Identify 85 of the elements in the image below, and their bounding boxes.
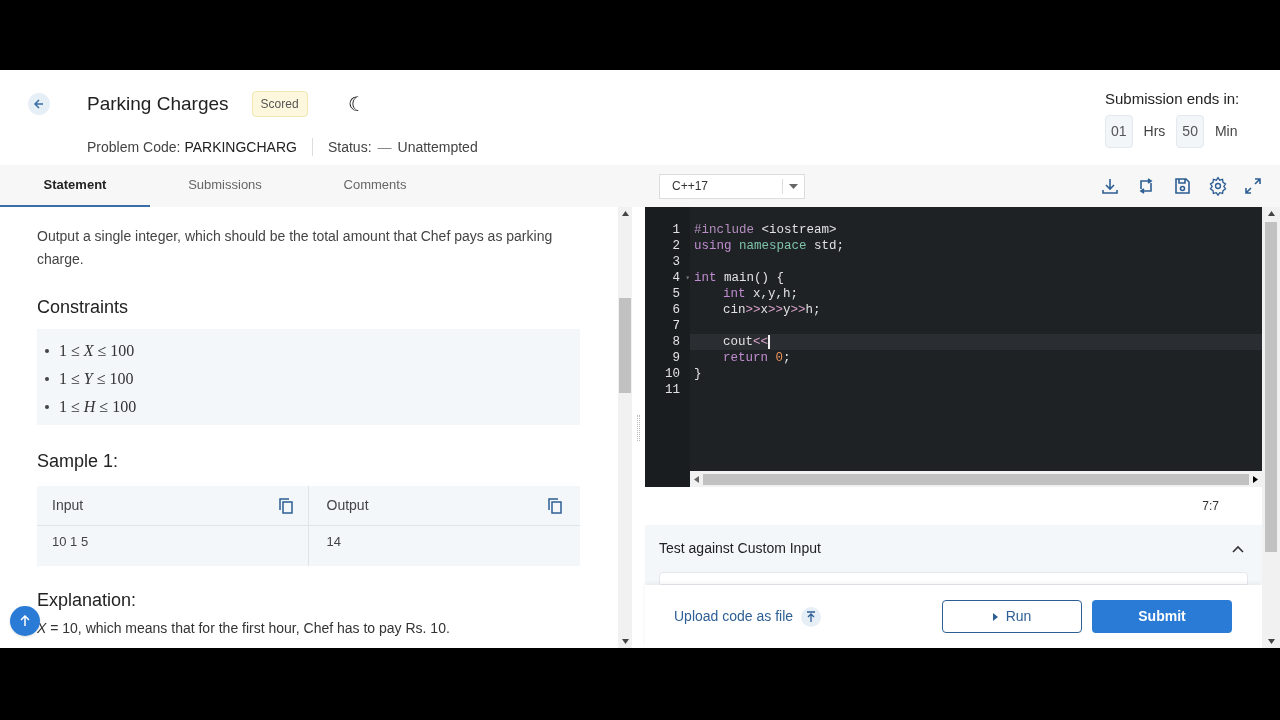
- scroll-right-arrow-icon[interactable]: [1253, 475, 1258, 483]
- line-number: 4: [672, 269, 680, 287]
- bullet: [45, 377, 49, 381]
- problem-code-label: Problem Code:: [87, 137, 181, 157]
- bullet: [45, 405, 49, 409]
- line-number: 10: [665, 365, 680, 383]
- tab[interactable]: Statement: [0, 165, 150, 207]
- scrollbar-thumb[interactable]: [703, 473, 1249, 485]
- upload-icon[interactable]: [806, 610, 817, 623]
- text-cursor: [768, 335, 770, 349]
- output-format-text: Output a single integer, which should be the total amount that Chef pays as parking charge.: [37, 227, 554, 269]
- tab[interactable]: Submissions: [150, 165, 300, 207]
- fold-toggle[interactable]: ▾: [685, 272, 690, 284]
- submit-button[interactable]: Submit: [1092, 600, 1232, 633]
- line-number: 9: [672, 349, 680, 367]
- problem-title: Parking Charges: [87, 92, 229, 116]
- tab[interactable]: Comments: [300, 165, 450, 207]
- custom-input-field[interactable]: [659, 572, 1248, 585]
- code-line: int x,y,h;: [723, 285, 799, 303]
- arrow-up-icon: [19, 615, 31, 627]
- play-icon: [992, 612, 998, 621]
- scrollbar-thumb[interactable]: [1265, 222, 1277, 552]
- status-dash: —: [377, 137, 392, 157]
- save-icon[interactable]: [1172, 176, 1192, 196]
- language-value: C++17: [671, 178, 710, 195]
- back-arrow-icon: [33, 98, 45, 111]
- line-number: 6: [672, 301, 680, 319]
- sample-input-value: 10 1 5: [51, 533, 90, 551]
- constraint-formula: 1 ≤ Y ≤ 100: [59, 369, 134, 389]
- line-number: 5: [672, 285, 680, 303]
- minutes-unit: Min: [1214, 121, 1238, 141]
- code-editor[interactable]: 1 2 3 4 ▾ 5 6 7 8 9 10 11 #include <iostream> using namespace std; int main() { int x,y,h; cin>>x>>y>>h; cout<< return 0; }: [645, 207, 1262, 487]
- copy-icon[interactable]: [548, 497, 562, 514]
- status-value: Unattempted: [397, 137, 478, 157]
- code-line: }: [694, 365, 702, 383]
- code-line: int main() {: [694, 269, 785, 287]
- dark-mode-toggle[interactable]: ☾: [347, 94, 366, 115]
- line-number: 11: [665, 381, 680, 399]
- upload-code-link[interactable]: Upload code as file: [674, 606, 794, 627]
- collapse-chevron-icon[interactable]: [1232, 544, 1244, 553]
- settings-icon[interactable]: [1208, 176, 1228, 196]
- hours-value: 01: [1105, 114, 1133, 148]
- scrollbar-thumb[interactable]: [619, 298, 631, 393]
- fullscreen-icon[interactable]: [1244, 177, 1262, 195]
- scroll-down-arrow-icon[interactable]: [621, 639, 629, 644]
- hours-unit: Hrs: [1143, 121, 1166, 141]
- bullet: [45, 349, 49, 353]
- panel-resize-handle[interactable]: [637, 414, 640, 441]
- code-line: using namespace std;: [694, 237, 845, 255]
- back-button[interactable]: [28, 93, 50, 116]
- scroll-up-arrow-icon[interactable]: [1267, 211, 1275, 216]
- download-icon[interactable]: [1100, 176, 1120, 196]
- constraint-formula: 1 ≤ X ≤ 100: [59, 341, 135, 361]
- line-number: 2: [672, 237, 680, 255]
- dropdown-caret-icon: [789, 183, 798, 189]
- scroll-down-arrow-icon[interactable]: [1267, 639, 1275, 644]
- sample-output-value: 14: [325, 533, 342, 551]
- sample-heading: Sample 1:: [37, 450, 120, 473]
- scored-badge: Scored: [251, 91, 308, 118]
- custom-input-title: Test against Custom Input: [659, 539, 822, 558]
- output-column-header: Output: [326, 496, 370, 515]
- input-column-header: Input: [52, 496, 85, 515]
- constraint-formula: 1 ≤ H ≤ 100: [59, 397, 137, 417]
- status-label: Status:: [327, 137, 372, 157]
- copy-icon[interactable]: [278, 497, 293, 514]
- line-number: 7: [672, 317, 680, 335]
- problem-code: PARKINGCHARG: [184, 137, 297, 157]
- constraints-heading: Constraints: [37, 296, 130, 319]
- run-button[interactable]: Run: [942, 600, 1082, 633]
- code-line: cin>>x>>y>>h;: [723, 301, 821, 319]
- explanation-text: X = 10, which means that for the first hour, Chef has to pay Rs. 10.: [37, 619, 451, 638]
- line-number: 8: [672, 333, 680, 351]
- language-select[interactable]: C++17: [659, 173, 805, 199]
- timer-label: Submission ends in:: [1105, 89, 1241, 109]
- code-line: return 0;: [723, 349, 791, 367]
- code-line: cout<<: [723, 333, 769, 351]
- scroll-left-arrow-icon[interactable]: [694, 475, 699, 483]
- line-number: 1: [672, 221, 680, 239]
- minutes-value: 50: [1176, 114, 1204, 148]
- horizontal-scrollbar[interactable]: [690, 471, 1262, 487]
- cursor-position: 7:7: [1202, 498, 1219, 515]
- scroll-up-arrow-icon[interactable]: [621, 211, 629, 216]
- code-line: #include <iostream>: [694, 221, 837, 239]
- line-number: 3: [672, 253, 680, 271]
- explanation-heading: Explanation:: [37, 589, 138, 612]
